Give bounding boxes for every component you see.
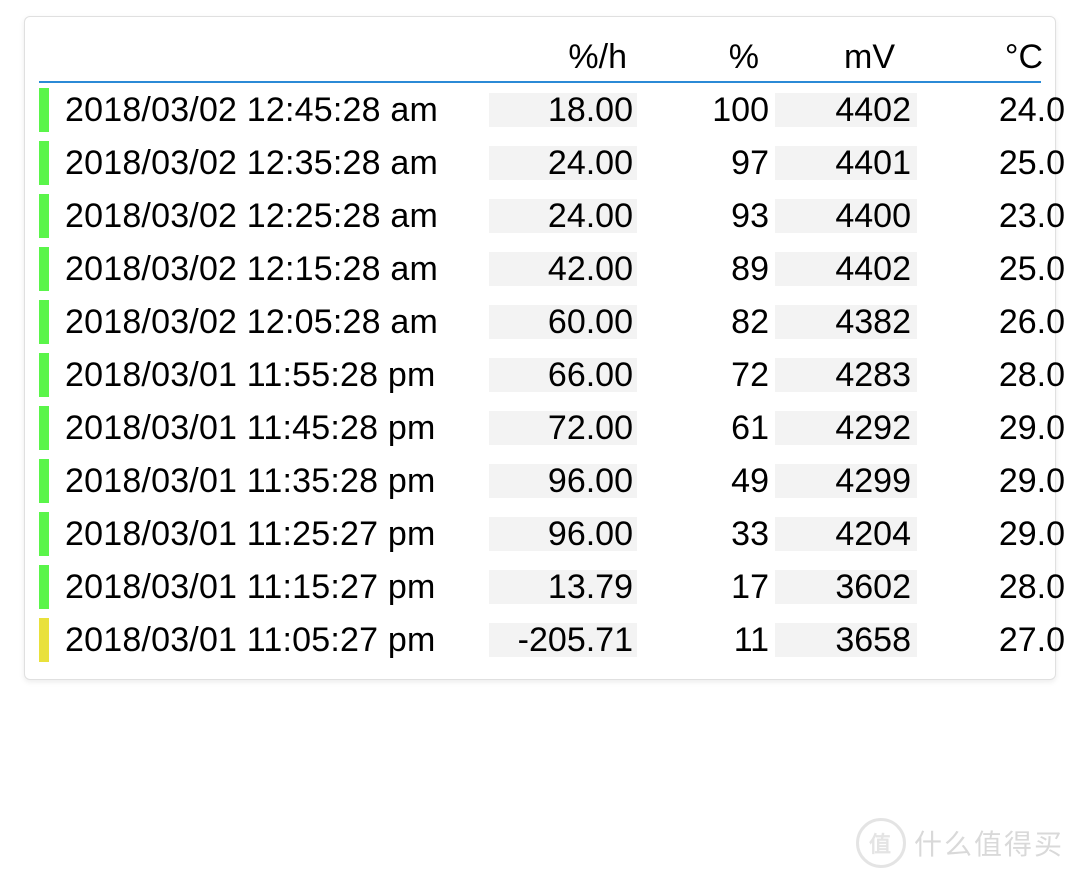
temp-cell: 24.0 bbox=[917, 93, 1069, 127]
timestamp-cell: 2018/03/01 11:25:27 pm bbox=[59, 517, 489, 551]
percent-cell: 89 bbox=[637, 252, 775, 286]
temp-cell: 29.0 bbox=[917, 464, 1069, 498]
table-row[interactable]: 2018/03/02 12:15:28 am42.0089440225.0 bbox=[39, 242, 1041, 295]
status-cell bbox=[39, 565, 59, 609]
timestamp-cell: 2018/03/02 12:45:28 am bbox=[59, 93, 489, 127]
mv-cell: 3658 bbox=[775, 623, 917, 657]
rate-cell: 18.00 bbox=[489, 93, 637, 127]
status-green-icon bbox=[39, 565, 49, 609]
status-green-icon bbox=[39, 247, 49, 291]
status-green-icon bbox=[39, 141, 49, 185]
timestamp-cell: 2018/03/02 12:05:28 am bbox=[59, 305, 489, 339]
status-green-icon bbox=[39, 512, 49, 556]
status-cell bbox=[39, 88, 59, 132]
temp-cell: 23.0 bbox=[917, 199, 1069, 233]
percent-cell: 82 bbox=[637, 305, 775, 339]
mv-cell: 4402 bbox=[775, 93, 917, 127]
mv-cell: 4283 bbox=[775, 358, 917, 392]
status-green-icon bbox=[39, 88, 49, 132]
table-row[interactable]: 2018/03/01 11:55:28 pm66.0072428328.0 bbox=[39, 348, 1041, 401]
rate-cell: 96.00 bbox=[489, 464, 637, 498]
percent-cell: 97 bbox=[637, 146, 775, 180]
status-cell bbox=[39, 406, 59, 450]
status-green-icon bbox=[39, 406, 49, 450]
rate-cell: 72.00 bbox=[489, 411, 637, 445]
rate-cell: 60.00 bbox=[489, 305, 637, 339]
status-cell bbox=[39, 141, 59, 185]
table-header-row: %/h % mV °C bbox=[39, 25, 1041, 83]
status-cell bbox=[39, 459, 59, 503]
temp-cell: 28.0 bbox=[917, 570, 1069, 604]
mv-cell: 4402 bbox=[775, 252, 917, 286]
mv-cell: 4382 bbox=[775, 305, 917, 339]
temp-cell: 29.0 bbox=[917, 411, 1069, 445]
status-green-icon bbox=[39, 194, 49, 238]
table-row[interactable]: 2018/03/01 11:15:27 pm13.7917360228.0 bbox=[39, 560, 1041, 613]
rate-cell: -205.71 bbox=[489, 623, 637, 657]
percent-cell: 100 bbox=[637, 93, 775, 127]
status-green-icon bbox=[39, 353, 49, 397]
rate-cell: 96.00 bbox=[489, 517, 637, 551]
rate-cell: 66.00 bbox=[489, 358, 637, 392]
rate-cell: 24.00 bbox=[489, 199, 637, 233]
mv-cell: 3602 bbox=[775, 570, 917, 604]
percent-cell: 72 bbox=[637, 358, 775, 392]
status-cell bbox=[39, 194, 59, 238]
timestamp-cell: 2018/03/01 11:55:28 pm bbox=[59, 358, 489, 392]
status-cell bbox=[39, 300, 59, 344]
header-mv: mV bbox=[759, 38, 895, 77]
battery-log-card: %/h % mV °C 2018/03/02 12:45:28 am18.001… bbox=[24, 16, 1056, 680]
timestamp-cell: 2018/03/01 11:15:27 pm bbox=[59, 570, 489, 604]
rate-cell: 13.79 bbox=[489, 570, 637, 604]
table-body[interactable]: 2018/03/02 12:45:28 am18.00100440224.020… bbox=[39, 83, 1041, 666]
status-yellow-icon bbox=[39, 618, 49, 662]
temp-cell: 29.0 bbox=[917, 517, 1069, 551]
watermark-text: 什么值得买 bbox=[914, 823, 1064, 863]
percent-cell: 33 bbox=[637, 517, 775, 551]
table-row[interactable]: 2018/03/01 11:45:28 pm72.0061429229.0 bbox=[39, 401, 1041, 454]
temp-cell: 26.0 bbox=[917, 305, 1069, 339]
timestamp-cell: 2018/03/02 12:35:28 am bbox=[59, 146, 489, 180]
rate-cell: 42.00 bbox=[489, 252, 637, 286]
table-row[interactable]: 2018/03/02 12:35:28 am24.0097440125.0 bbox=[39, 136, 1041, 189]
mv-cell: 4299 bbox=[775, 464, 917, 498]
timestamp-cell: 2018/03/02 12:25:28 am bbox=[59, 199, 489, 233]
table-row[interactable]: 2018/03/01 11:05:27 pm-205.7111365827.0 bbox=[39, 613, 1041, 666]
timestamp-cell: 2018/03/01 11:05:27 pm bbox=[59, 623, 489, 657]
percent-cell: 61 bbox=[637, 411, 775, 445]
table-row[interactable]: 2018/03/01 11:35:28 pm96.0049429929.0 bbox=[39, 454, 1041, 507]
temp-cell: 28.0 bbox=[917, 358, 1069, 392]
timestamp-cell: 2018/03/02 12:15:28 am bbox=[59, 252, 489, 286]
mv-cell: 4204 bbox=[775, 517, 917, 551]
timestamp-cell: 2018/03/01 11:35:28 pm bbox=[59, 464, 489, 498]
table-row[interactable]: 2018/03/01 11:25:27 pm96.0033420429.0 bbox=[39, 507, 1041, 560]
header-percent: % bbox=[627, 38, 759, 77]
rate-cell: 24.00 bbox=[489, 146, 637, 180]
percent-cell: 93 bbox=[637, 199, 775, 233]
mv-cell: 4400 bbox=[775, 199, 917, 233]
temp-cell: 25.0 bbox=[917, 146, 1069, 180]
temp-cell: 25.0 bbox=[917, 252, 1069, 286]
status-cell bbox=[39, 512, 59, 556]
percent-cell: 49 bbox=[637, 464, 775, 498]
header-temp: °C bbox=[895, 38, 1043, 77]
table-row[interactable]: 2018/03/02 12:45:28 am18.00100440224.0 bbox=[39, 83, 1041, 136]
table-row[interactable]: 2018/03/02 12:05:28 am60.0082438226.0 bbox=[39, 295, 1041, 348]
status-green-icon bbox=[39, 459, 49, 503]
status-cell bbox=[39, 618, 59, 662]
percent-cell: 11 bbox=[637, 623, 775, 657]
temp-cell: 27.0 bbox=[917, 623, 1069, 657]
watermark-logo-icon: 值 bbox=[856, 818, 906, 868]
mv-cell: 4292 bbox=[775, 411, 917, 445]
watermark: 值 什么值得买 bbox=[856, 818, 1064, 868]
status-cell bbox=[39, 247, 59, 291]
table-row[interactable]: 2018/03/02 12:25:28 am24.0093440023.0 bbox=[39, 189, 1041, 242]
header-rate: %/h bbox=[483, 38, 627, 77]
mv-cell: 4401 bbox=[775, 146, 917, 180]
status-green-icon bbox=[39, 300, 49, 344]
timestamp-cell: 2018/03/01 11:45:28 pm bbox=[59, 411, 489, 445]
percent-cell: 17 bbox=[637, 570, 775, 604]
status-cell bbox=[39, 353, 59, 397]
